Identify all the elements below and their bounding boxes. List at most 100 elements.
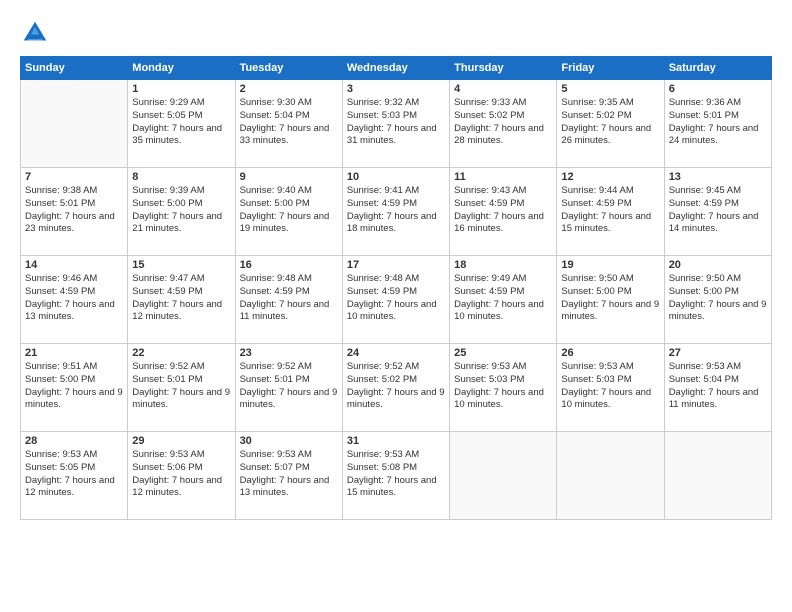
- day-number: 29: [132, 435, 230, 447]
- day-info: Sunrise: 9:53 AMSunset: 5:07 PMDaylight:…: [240, 449, 338, 500]
- calendar-header: SundayMondayTuesdayWednesdayThursdayFrid…: [21, 57, 772, 80]
- day-info: Sunrise: 9:53 AMSunset: 5:04 PMDaylight:…: [669, 361, 767, 412]
- calendar-day-cell: 16 Sunrise: 9:48 AMSunset: 4:59 PMDayligh…: [235, 256, 342, 344]
- calendar-day-cell: [21, 80, 128, 168]
- day-info: Sunrise: 9:53 AMSunset: 5:06 PMDaylight:…: [132, 449, 230, 500]
- day-info: Sunrise: 9:49 AMSunset: 4:59 PMDaylight:…: [454, 273, 552, 324]
- calendar-week-row: 28 Sunrise: 9:53 AMSunset: 5:05 PMDayligh…: [21, 432, 772, 520]
- calendar-day-cell: 19Sunrise: 9:50 AMSunset: 5:00 PMDayligh…: [557, 256, 664, 344]
- day-number: 7: [25, 171, 123, 183]
- day-number: 9: [240, 171, 338, 183]
- day-info: Sunrise: 9:51 AMSunset: 5:00 PMDaylight:…: [25, 361, 123, 412]
- calendar-day-cell: 14Sunrise: 9:46 AMSunset: 4:59 PMDayligh…: [21, 256, 128, 344]
- weekday-header: Friday: [557, 57, 664, 80]
- calendar-day-cell: 6 Sunrise: 9:36 AMSunset: 5:01 PMDaylight…: [664, 80, 771, 168]
- day-info: Sunrise: 9:47 AMSunset: 4:59 PMDaylight:…: [132, 273, 230, 324]
- day-info: Sunrise: 9:29 AMSunset: 5:05 PMDaylight:…: [132, 97, 230, 148]
- day-info: Sunrise: 9:39 AMSunset: 5:00 PMDaylight:…: [132, 185, 230, 236]
- weekday-header: Saturday: [664, 57, 771, 80]
- day-number: 3: [347, 83, 445, 95]
- calendar-day-cell: 26 Sunrise: 9:53 AMSunset: 5:03 PMDayligh…: [557, 344, 664, 432]
- calendar-day-cell: 31 Sunrise: 9:53 AMSunset: 5:08 PMDayligh…: [342, 432, 449, 520]
- calendar-day-cell: [557, 432, 664, 520]
- day-number: 15: [132, 259, 230, 271]
- day-number: 16: [240, 259, 338, 271]
- header: [20, 18, 772, 48]
- calendar-day-cell: 15 Sunrise: 9:47 AMSunset: 4:59 PMDayligh…: [128, 256, 235, 344]
- day-number: 18: [454, 259, 552, 271]
- weekday-header: Thursday: [450, 57, 557, 80]
- day-number: 19: [561, 259, 659, 271]
- day-info: Sunrise: 9:36 AMSunset: 5:01 PMDaylight:…: [669, 97, 767, 148]
- day-number: 24: [347, 347, 445, 359]
- day-info: Sunrise: 9:52 AMSunset: 5:01 PMDaylight:…: [240, 361, 338, 412]
- calendar-day-cell: 12Sunrise: 9:44 AMSunset: 4:59 PMDayligh…: [557, 168, 664, 256]
- calendar-week-row: 14Sunrise: 9:46 AMSunset: 4:59 PMDayligh…: [21, 256, 772, 344]
- calendar-table: SundayMondayTuesdayWednesdayThursdayFrid…: [20, 56, 772, 520]
- day-info: Sunrise: 9:50 AMSunset: 5:00 PMDaylight:…: [669, 273, 767, 324]
- day-number: 22: [132, 347, 230, 359]
- day-info: Sunrise: 9:45 AMSunset: 4:59 PMDaylight:…: [669, 185, 767, 236]
- day-number: 10: [347, 171, 445, 183]
- day-info: Sunrise: 9:53 AMSunset: 5:05 PMDaylight:…: [25, 449, 123, 500]
- calendar-day-cell: 5Sunrise: 9:35 AMSunset: 5:02 PMDaylight…: [557, 80, 664, 168]
- day-info: Sunrise: 9:41 AMSunset: 4:59 PMDaylight:…: [347, 185, 445, 236]
- day-number: 25: [454, 347, 552, 359]
- day-info: Sunrise: 9:53 AMSunset: 5:03 PMDaylight:…: [561, 361, 659, 412]
- day-info: Sunrise: 9:48 AMSunset: 4:59 PMDaylight:…: [347, 273, 445, 324]
- day-number: 28: [25, 435, 123, 447]
- calendar-day-cell: [664, 432, 771, 520]
- day-number: 21: [25, 347, 123, 359]
- day-info: Sunrise: 9:53 AMSunset: 5:03 PMDaylight:…: [454, 361, 552, 412]
- calendar-day-cell: 4Sunrise: 9:33 AMSunset: 5:02 PMDaylight…: [450, 80, 557, 168]
- day-info: Sunrise: 9:30 AMSunset: 5:04 PMDaylight:…: [240, 97, 338, 148]
- day-number: 20: [669, 259, 767, 271]
- logo-icon: [20, 18, 50, 48]
- day-number: 5: [561, 83, 659, 95]
- calendar-day-cell: 30 Sunrise: 9:53 AMSunset: 5:07 PMDayligh…: [235, 432, 342, 520]
- day-number: 8: [132, 171, 230, 183]
- day-info: Sunrise: 9:48 AMSunset: 4:59 PMDaylight:…: [240, 273, 338, 324]
- day-number: 2: [240, 83, 338, 95]
- day-number: 1: [132, 83, 230, 95]
- calendar-day-cell: 22 Sunrise: 9:52 AMSunset: 5:01 PMDayligh…: [128, 344, 235, 432]
- day-info: Sunrise: 9:43 AMSunset: 4:59 PMDaylight:…: [454, 185, 552, 236]
- day-number: 31: [347, 435, 445, 447]
- day-number: 30: [240, 435, 338, 447]
- calendar-day-cell: 28 Sunrise: 9:53 AMSunset: 5:05 PMDayligh…: [21, 432, 128, 520]
- calendar-day-cell: [450, 432, 557, 520]
- calendar-body: 1 Sunrise: 9:29 AMSunset: 5:05 PMDaylight…: [21, 80, 772, 520]
- weekday-row: SundayMondayTuesdayWednesdayThursdayFrid…: [21, 57, 772, 80]
- day-info: Sunrise: 9:44 AMSunset: 4:59 PMDaylight:…: [561, 185, 659, 236]
- calendar-day-cell: 8 Sunrise: 9:39 AMSunset: 5:00 PMDaylight…: [128, 168, 235, 256]
- calendar-day-cell: 18 Sunrise: 9:49 AMSunset: 4:59 PMDayligh…: [450, 256, 557, 344]
- day-number: 27: [669, 347, 767, 359]
- weekday-header: Wednesday: [342, 57, 449, 80]
- calendar-week-row: 21 Sunrise: 9:51 AMSunset: 5:00 PMDayligh…: [21, 344, 772, 432]
- calendar-day-cell: 21 Sunrise: 9:51 AMSunset: 5:00 PMDayligh…: [21, 344, 128, 432]
- page: SundayMondayTuesdayWednesdayThursdayFrid…: [0, 0, 792, 612]
- calendar-day-cell: 27 Sunrise: 9:53 AMSunset: 5:04 PMDayligh…: [664, 344, 771, 432]
- day-info: Sunrise: 9:52 AMSunset: 5:01 PMDaylight:…: [132, 361, 230, 412]
- calendar-day-cell: 29 Sunrise: 9:53 AMSunset: 5:06 PMDayligh…: [128, 432, 235, 520]
- calendar-day-cell: 1 Sunrise: 9:29 AMSunset: 5:05 PMDaylight…: [128, 80, 235, 168]
- day-number: 26: [561, 347, 659, 359]
- day-info: Sunrise: 9:32 AMSunset: 5:03 PMDaylight:…: [347, 97, 445, 148]
- weekday-header: Monday: [128, 57, 235, 80]
- day-info: Sunrise: 9:40 AMSunset: 5:00 PMDaylight:…: [240, 185, 338, 236]
- day-info: Sunrise: 9:53 AMSunset: 5:08 PMDaylight:…: [347, 449, 445, 500]
- logo: [20, 18, 54, 48]
- weekday-header: Sunday: [21, 57, 128, 80]
- weekday-header: Tuesday: [235, 57, 342, 80]
- day-number: 14: [25, 259, 123, 271]
- calendar-day-cell: 25 Sunrise: 9:53 AMSunset: 5:03 PMDayligh…: [450, 344, 557, 432]
- day-number: 23: [240, 347, 338, 359]
- day-number: 6: [669, 83, 767, 95]
- calendar-day-cell: 2 Sunrise: 9:30 AMSunset: 5:04 PMDaylight…: [235, 80, 342, 168]
- day-number: 4: [454, 83, 552, 95]
- calendar-day-cell: 20 Sunrise: 9:50 AMSunset: 5:00 PMDayligh…: [664, 256, 771, 344]
- calendar-day-cell: 23 Sunrise: 9:52 AMSunset: 5:01 PMDayligh…: [235, 344, 342, 432]
- calendar-day-cell: 13Sunrise: 9:45 AMSunset: 4:59 PMDayligh…: [664, 168, 771, 256]
- calendar-day-cell: 24Sunrise: 9:52 AMSunset: 5:02 PMDayligh…: [342, 344, 449, 432]
- calendar-day-cell: 7Sunrise: 9:38 AMSunset: 5:01 PMDaylight…: [21, 168, 128, 256]
